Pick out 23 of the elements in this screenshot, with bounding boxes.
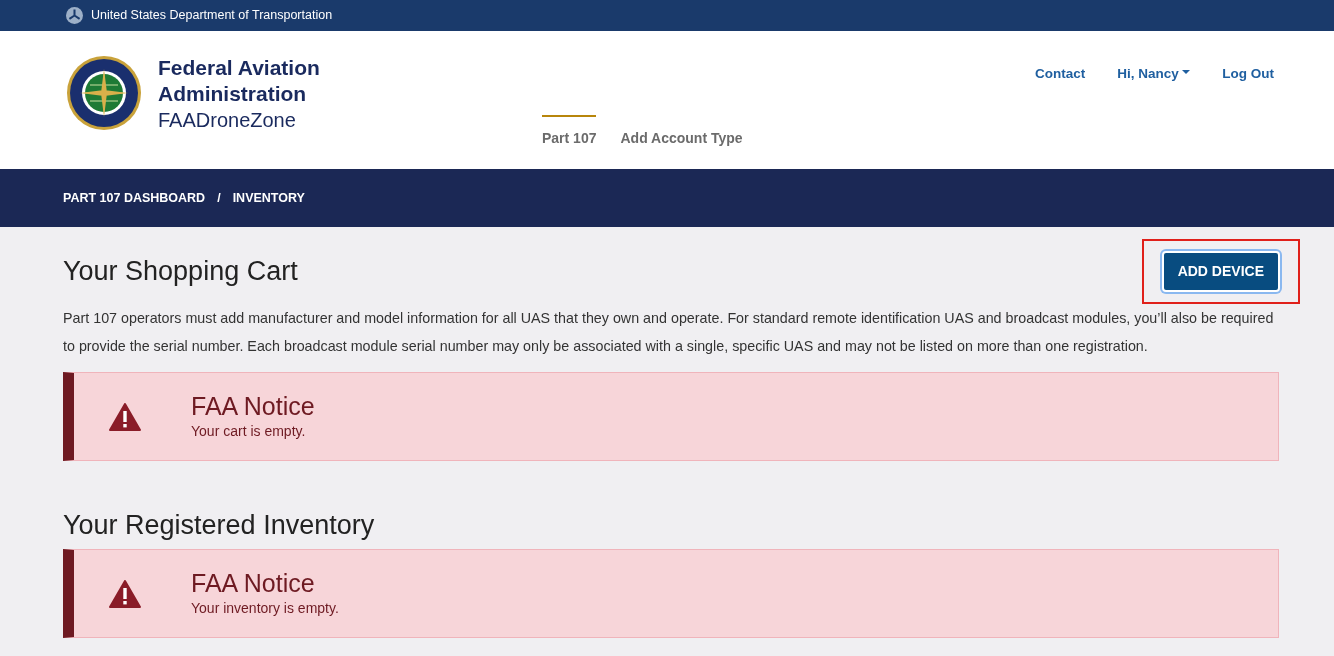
nav-link[interactable]: Log Out — [1222, 63, 1274, 85]
notice-title: FAA Notice — [191, 568, 316, 599]
account-dropdown[interactable]: Hi, Nancy — [1117, 63, 1191, 85]
warning-icon — [109, 579, 141, 608]
notice-message: Your inventory is empty. — [191, 599, 339, 619]
site-name: FAADroneZone — [158, 108, 297, 133]
nav-tab[interactable]: Part 107 — [542, 115, 597, 149]
nav-tab[interactable]: Add Account Type — [620, 115, 743, 149]
add-device-button[interactable]: ADD DEVICE — [1161, 251, 1280, 292]
nav-link[interactable]: Contact — [1035, 63, 1086, 85]
section-heading: Your Registered Inventory — [63, 509, 376, 542]
logo-icon — [66, 7, 83, 24]
agency-name: Administration — [158, 81, 308, 107]
section-heading: Your Shopping Cart — [63, 255, 298, 288]
agency-name: Federal Aviation — [158, 55, 320, 81]
breadcrumb-link[interactable]: PART 107 DASHBOARD — [63, 188, 206, 208]
notice-title: FAA Notice — [191, 391, 315, 421]
banner-text: United States Department of Transportation — [91, 7, 333, 25]
description-text: Part 107 operators must add manufacturer and model information for all UAS that they own and operate. For standard remote identification UAS and broadcast modules, you’ll also be required to provide the serial number. Each broadcast module serial number may only be associated with a single, specific UAS and may not be listed on more than one registration. — [63, 309, 1275, 356]
warning-icon — [109, 402, 141, 431]
breadcrumb-separator: / — [217, 189, 221, 207]
notice-message: Your cart is empty. — [191, 422, 307, 441]
breadcrumb-link[interactable]: INVENTORY — [232, 188, 305, 208]
